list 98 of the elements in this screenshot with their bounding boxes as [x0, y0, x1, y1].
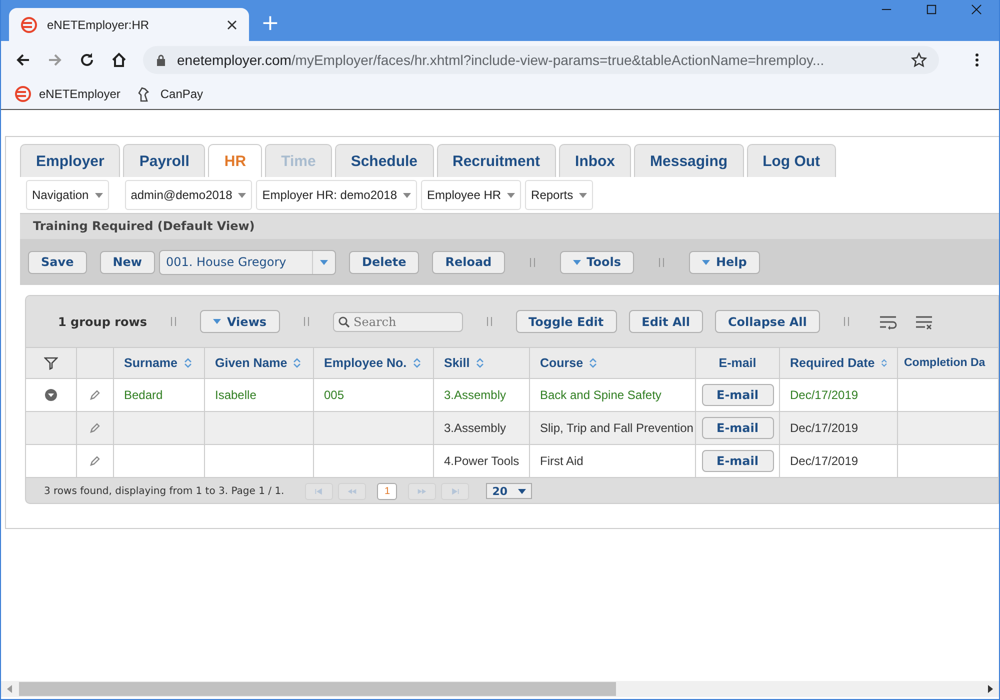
- table-cell: Dec/17/2019: [790, 421, 858, 435]
- views-button[interactable]: Views: [200, 310, 280, 333]
- column-header[interactable]: Course: [530, 348, 696, 378]
- search-field[interactable]: Search: [332, 312, 463, 332]
- caret-icon: [507, 192, 516, 198]
- right-arrow-icon: [417, 488, 428, 494]
- close-icon[interactable]: [971, 4, 982, 15]
- table-cell: 3.Assembly: [444, 388, 506, 402]
- pencil-icon[interactable]: [89, 422, 101, 434]
- tab-title: eNETEmployer:HR: [47, 18, 150, 32]
- dropdown-menu[interactable]: Employer HR: demo2018: [256, 180, 418, 210]
- collapse-toggle-icon[interactable]: [44, 388, 58, 402]
- pencil-icon[interactable]: [89, 455, 101, 467]
- tab[interactable]: Inbox: [559, 144, 632, 177]
- email-button[interactable]: E-mail: [702, 384, 774, 406]
- right-arrow-icon[interactable]: [987, 685, 993, 693]
- table-cell: 4.Power Tools: [444, 454, 520, 468]
- forward-arrow-icon[interactable]: [47, 52, 63, 68]
- wrap-text-icon[interactable]: [878, 314, 897, 330]
- table-cell: Dec/17/2019: [790, 454, 858, 468]
- sort-icon[interactable]: [293, 357, 302, 369]
- bookmark[interactable]: CanPay: [136, 86, 204, 102]
- caret-icon: [212, 319, 221, 324]
- horizontal-scrollbar[interactable]: [1, 681, 999, 697]
- group-count: 1 group rows: [58, 314, 147, 328]
- caret-icon: [702, 260, 710, 264]
- table-cell: 005: [324, 388, 344, 402]
- caret-icon: [579, 192, 588, 198]
- lock-icon: [155, 54, 167, 66]
- pencil-icon[interactable]: [89, 389, 101, 401]
- sort-icon[interactable]: [880, 357, 887, 369]
- table-cell: Dec/17/2019: [790, 388, 858, 402]
- table-cell: First Aid: [540, 454, 584, 468]
- close-icon[interactable]: [227, 20, 237, 30]
- home-icon[interactable]: [111, 52, 127, 68]
- rows-summary: 3 rows found, displaying from 1 to 3. Page 1 / 1.: [44, 486, 284, 496]
- toolbar-button[interactable]: Reload: [432, 250, 505, 274]
- filter-icon[interactable]: [44, 356, 58, 370]
- search-icon: [338, 316, 350, 328]
- bookmark[interactable]: eNETEmployer: [15, 86, 120, 102]
- sort-icon[interactable]: [184, 357, 192, 369]
- logo-icon: [15, 86, 31, 102]
- sort-icon[interactable]: [476, 357, 484, 369]
- table-cell: Bedard: [124, 388, 163, 402]
- email-button[interactable]: E-mail: [702, 417, 774, 439]
- tab[interactable]: Recruitment: [436, 144, 556, 177]
- table-cell: Back and Spine Safety: [540, 388, 662, 402]
- caret-icon: [238, 192, 246, 198]
- left-arrow-icon: [314, 488, 324, 494]
- record-select[interactable]: 001. House Gregory: [158, 250, 336, 274]
- left-arrow-icon: [347, 488, 358, 494]
- dropdown-menu[interactable]: Navigation: [26, 180, 109, 210]
- back-arrow-icon[interactable]: [15, 52, 31, 68]
- caret-icon[interactable]: [320, 260, 328, 264]
- dropdown-menu[interactable]: Employee HR: [421, 180, 522, 210]
- column-header[interactable]: E-mail: [696, 348, 780, 378]
- toolbar-button[interactable]: New: [100, 250, 155, 274]
- column-header[interactable]: Given Name: [205, 348, 314, 378]
- column-header[interactable]: Required Date: [780, 348, 898, 378]
- table-cell: Isabelle: [215, 388, 256, 402]
- email-button[interactable]: E-mail: [702, 450, 774, 472]
- right-arrow-icon: [450, 488, 460, 494]
- logo-icon: [21, 16, 37, 32]
- grid-button[interactable]: Toggle Edit: [516, 310, 617, 333]
- clear-list-icon[interactable]: [914, 314, 933, 330]
- caret-icon: [403, 192, 412, 198]
- tab[interactable]: Schedule: [334, 144, 434, 177]
- left-arrow-icon[interactable]: [7, 685, 13, 693]
- dropdown-menu[interactable]: Reports: [525, 180, 594, 210]
- star-icon[interactable]: [911, 52, 927, 68]
- tab[interactable]: Messaging: [634, 144, 744, 177]
- menu-button[interactable]: Tools: [560, 250, 634, 274]
- column-header[interactable]: Skill: [434, 348, 530, 378]
- grid-button[interactable]: Edit All: [628, 310, 703, 333]
- table-cell: 3.Assembly: [444, 421, 506, 435]
- sort-icon[interactable]: [412, 357, 421, 369]
- table-cell: Slip, Trip and Fall Prevention: [540, 421, 694, 435]
- caret-icon: [572, 260, 581, 264]
- menu-button[interactable]: Help: [689, 250, 760, 274]
- column-header[interactable]: Employee No.: [314, 348, 434, 378]
- toolbar-button[interactable]: Delete: [348, 250, 420, 274]
- browser-tab[interactable]: eNETEmployer:HR: [9, 8, 249, 41]
- reload-icon[interactable]: [79, 52, 95, 68]
- caret-icon: [518, 488, 526, 494]
- maximize-icon[interactable]: [926, 4, 937, 15]
- panel-title: Training Required (Default View): [20, 213, 999, 239]
- column-header[interactable]: Completion Da: [898, 348, 998, 378]
- caret-icon: [94, 192, 103, 198]
- column-header[interactable]: Surname: [114, 348, 205, 378]
- tab[interactable]: Employer: [20, 144, 120, 177]
- grid-button[interactable]: Collapse All: [714, 310, 820, 333]
- tab[interactable]: Payroll: [123, 144, 206, 177]
- tab[interactable]: Log Out: [746, 144, 836, 177]
- toolbar-button[interactable]: Save: [28, 250, 87, 274]
- address-bar[interactable]: enetemployer.com/myEmployer/faces/hr.xhtml?include-view-params=true&tableActionName=hremploy...: [143, 46, 939, 74]
- page-size-select[interactable]: 20: [486, 483, 532, 499]
- dropdown-menu[interactable]: admin@demo2018: [124, 180, 252, 210]
- sort-icon[interactable]: [589, 357, 598, 369]
